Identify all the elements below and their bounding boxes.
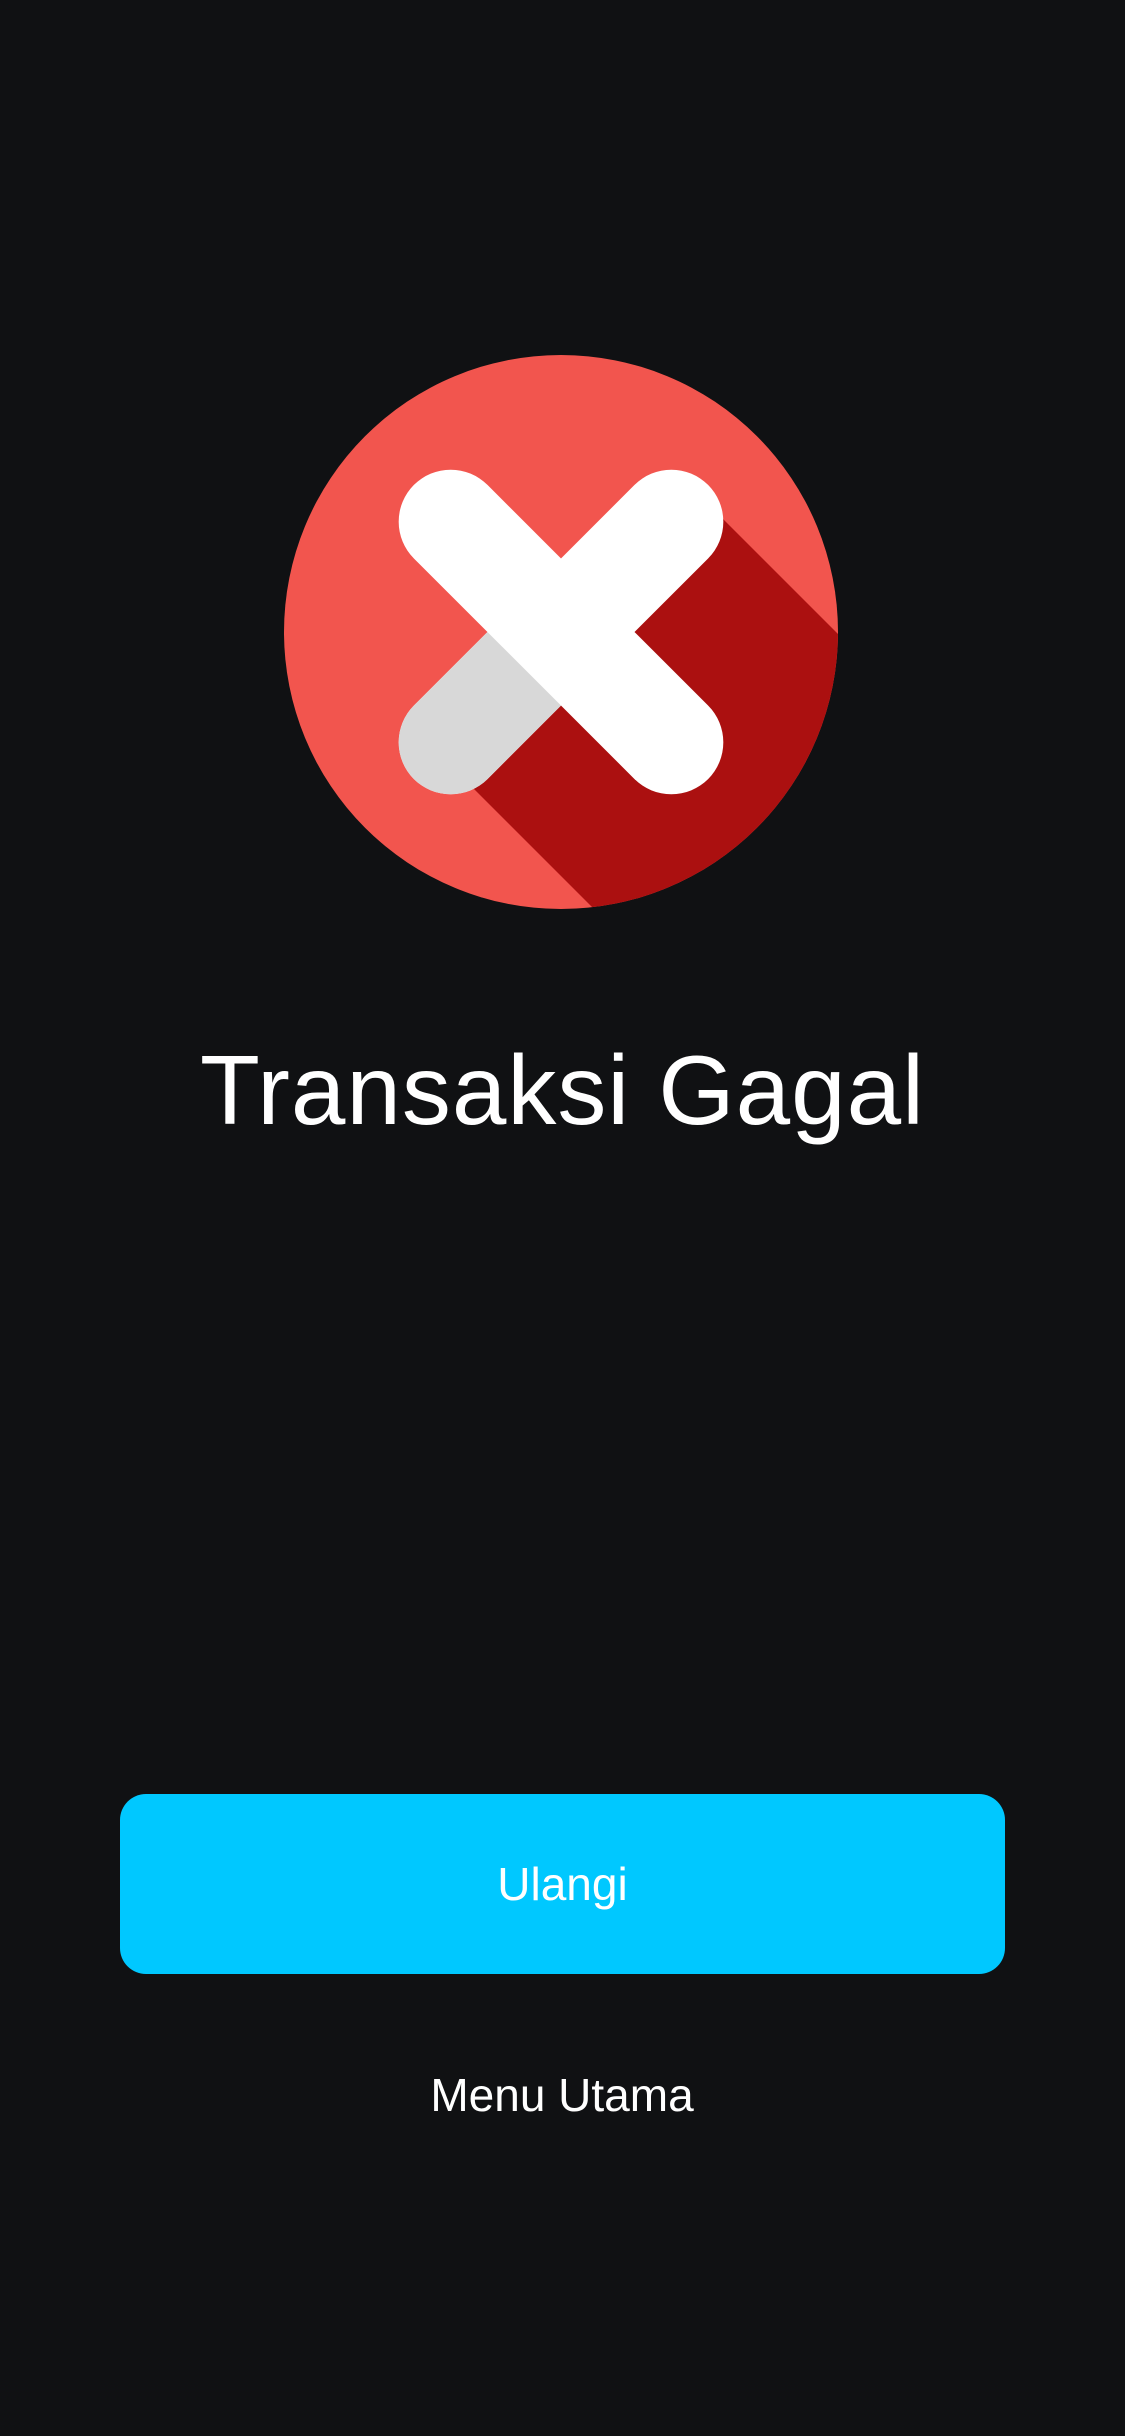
error-x-circle-icon <box>284 355 838 909</box>
page-title: Transaksi Gagal <box>200 1035 925 1145</box>
retry-button-label: Ulangi <box>497 1858 628 1910</box>
main-menu-button[interactable]: Menu Utama <box>312 2055 812 2135</box>
retry-button[interactable]: Ulangi <box>120 1794 1005 1974</box>
transaction-failed-screen: Transaksi Gagal Ulangi Menu Utama <box>0 0 1125 2436</box>
main-menu-button-label: Menu Utama <box>430 2069 694 2121</box>
